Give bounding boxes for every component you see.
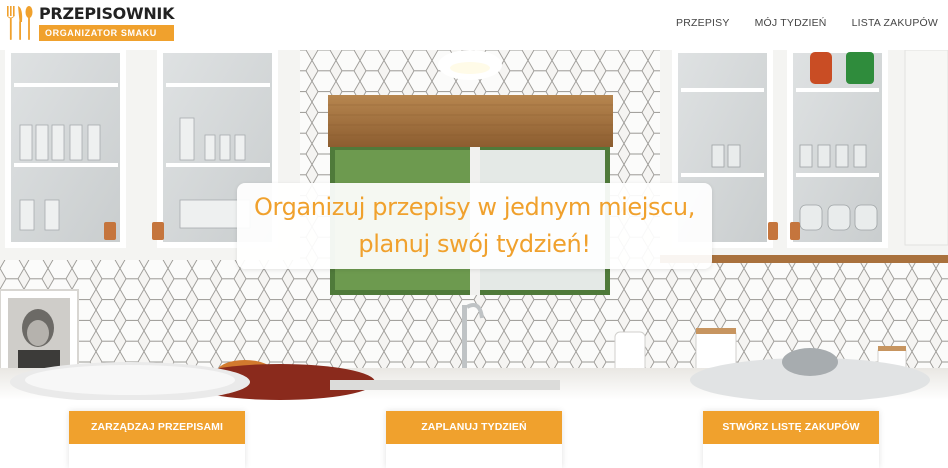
site-header: PRZEPISOWNIK ORGANIZATOR SMAKU PRZEPISY …: [0, 0, 948, 50]
nav-item-przepisy[interactable]: PRZEPISY: [676, 17, 730, 29]
cutlery-icon: [7, 6, 33, 40]
hero-line-2: planuj swój tydzień!: [358, 230, 591, 258]
brand-title: PRZEPISOWNIK: [39, 4, 175, 23]
shopping-list-button[interactable]: STWÓRZ LISTĘ ZAKUPÓW: [703, 411, 879, 444]
brand-subtitle: ORGANIZATOR SMAKU: [39, 25, 175, 41]
logo[interactable]: PRZEPISOWNIK ORGANIZATOR SMAKU: [5, 4, 174, 42]
main-nav: PRZEPISY MÓJ TYDZIEŃ LISTA ZAKUPÓW: [676, 17, 938, 29]
manage-recipes-button[interactable]: ZARZĄDZAJ PRZEPISAMI: [69, 411, 245, 444]
hero-section: Organizuj przepisy w jednym miejscu, pla…: [0, 50, 948, 400]
feature-cards: ZARZĄDZAJ PRZEPISAMI ZAPLANUJ TYDZIEŃ ST…: [0, 400, 948, 468]
hero-headline: Organizuj przepisy w jednym miejscu, pla…: [237, 189, 712, 263]
card-manage-recipes: ZARZĄDZAJ PRZEPISAMI: [69, 411, 245, 468]
plan-week-button[interactable]: ZAPLANUJ TYDZIEŃ: [386, 411, 562, 444]
nav-item-lista-zakupow[interactable]: LISTA ZAKUPÓW: [852, 17, 938, 29]
card-plan-week: ZAPLANUJ TYDZIEŃ: [386, 411, 562, 468]
hero-line-1: Organizuj przepisy w jednym miejscu,: [254, 193, 695, 221]
hero-headline-box: Organizuj przepisy w jednym miejscu, pla…: [237, 183, 712, 269]
nav-item-moj-tydzien[interactable]: MÓJ TYDZIEŃ: [755, 17, 827, 29]
card-shopping-list: STWÓRZ LISTĘ ZAKUPÓW: [703, 411, 879, 468]
